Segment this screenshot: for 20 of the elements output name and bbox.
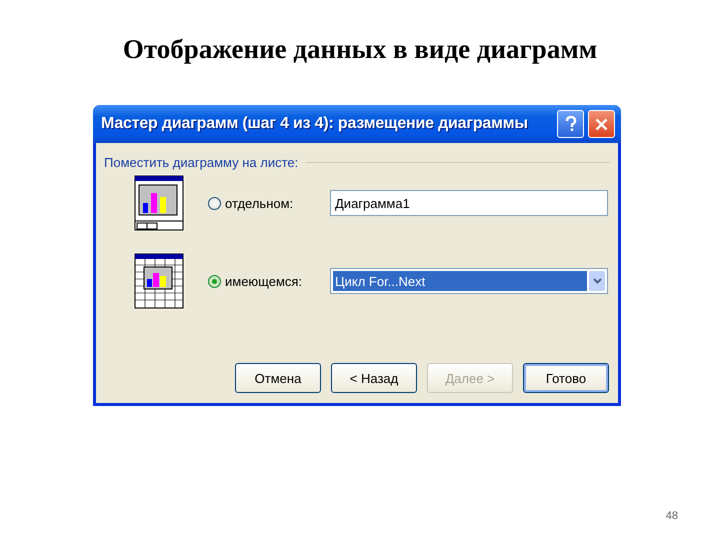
- radio-option[interactable]: имеющемся:: [208, 274, 330, 288]
- radio-indicator[interactable]: [208, 274, 221, 288]
- close-icon: [595, 118, 608, 130]
- close-button[interactable]: [588, 110, 615, 138]
- question-mark-icon: [564, 116, 576, 132]
- name-field[interactable]: Диаграмма1: [330, 190, 608, 216]
- radio-option[interactable]: отдельном:: [208, 196, 330, 210]
- group-label: Поместить диаграмму на листе:: [104, 155, 298, 170]
- chart-sheet-icon: [134, 175, 184, 231]
- worksheet-chart-icon: [134, 253, 184, 309]
- chevron-down-icon: [592, 278, 602, 284]
- dialog-button[interactable]: Готово: [523, 363, 609, 393]
- dialog-button[interactable]: < Назад: [331, 363, 417, 393]
- page-number: 48: [666, 510, 678, 522]
- sheet-dropdown[interactable]: Цикл For...Next: [330, 268, 608, 294]
- slide-title: Отображение данных в виде диаграмм: [122, 34, 598, 65]
- radio-indicator[interactable]: [208, 196, 221, 210]
- window-title: Мастер диаграмм (шаг 4 из 4): размещение диаграммы: [101, 115, 529, 133]
- help-button[interactable]: [557, 110, 584, 138]
- dialog-button[interactable]: Отмена: [235, 363, 321, 393]
